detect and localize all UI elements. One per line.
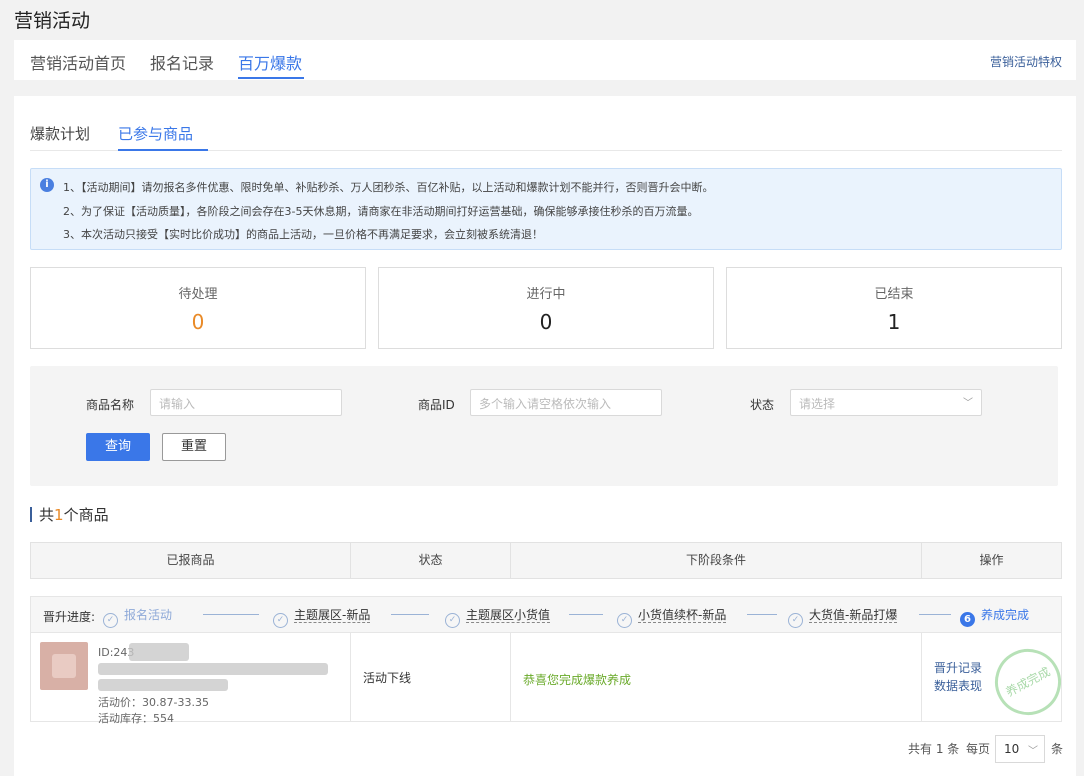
step-number-badge: 6	[960, 612, 975, 627]
notice-line-1: 1、【活动期间】请勿报名多件优惠、限时免单、补贴秒杀、万人团秒杀、百亿补贴，以上…	[63, 181, 714, 194]
status-text: 活动下线	[363, 671, 412, 685]
filter-panel: 商品名称 请输入 商品ID 多个输入请空格依次输入 状态 请选择 ﹀ 查询 重置	[30, 366, 1058, 486]
product-price: 活动价：30.87-33.35	[98, 696, 209, 709]
promotion-progress-bar: 晋升进度: ✓ 报名活动 ✓ 主题展区-新品 ✓ 主题展区小货值 ✓ 小货值续杯-新品 …	[30, 596, 1062, 632]
notice-box: i 1、【活动期间】请勿报名多件优惠、限时免单、补贴秒杀、万人团秒杀、百亿补贴，…	[30, 168, 1062, 250]
product-thumbnail[interactable]	[40, 642, 88, 690]
status-placeholder: 请选择	[799, 397, 836, 411]
column-header-status: 状态	[351, 543, 511, 578]
count-suffix: 个商品	[63, 506, 109, 524]
step-connector	[203, 614, 259, 615]
page-size-value: 10	[1004, 742, 1020, 756]
step-connector	[747, 614, 777, 615]
stat-label: 进行中	[526, 287, 566, 302]
page-size-select[interactable]: 10 ﹀	[995, 735, 1045, 763]
product-stock: 活动库存：554	[98, 712, 174, 725]
product-name-label: 商品名称	[86, 398, 135, 412]
table-header: 已报商品 状态 下阶段条件 操作	[30, 542, 1062, 579]
chevron-down-icon: ﹀	[1028, 746, 1038, 757]
check-icon: ✓	[445, 613, 460, 628]
tab-marketing-home[interactable]: 营销活动首页	[30, 50, 126, 74]
check-icon: ✓	[617, 613, 632, 628]
subtab-hit-plan[interactable]: 爆款计划	[30, 123, 90, 144]
condition-text: 恭喜您完成爆款养成	[523, 673, 632, 687]
active-subtab-indicator	[118, 149, 208, 151]
redacted-id	[129, 643, 189, 661]
count-number: 1	[54, 506, 64, 524]
progress-step: ✓ 报名活动	[103, 606, 172, 628]
stat-card-ended[interactable]: 已结束 1	[726, 267, 1062, 349]
chevron-down-icon: ﹀	[963, 398, 973, 409]
page-title: 营销活动	[14, 10, 91, 32]
product-name-input[interactable]: 请输入	[150, 389, 342, 416]
progress-step: ✓ 主题展区-新品	[273, 606, 371, 628]
column-header-operation: 操作	[979, 553, 1004, 567]
tab-registration-records[interactable]: 报名记录	[150, 50, 214, 74]
stat-value: 1	[887, 310, 901, 334]
check-icon: ✓	[103, 613, 118, 628]
notice-line-2: 2、为了保证【活动质量】，各阶段之间会存在3-5天休息期，请商家在非活动期间打好…	[63, 205, 699, 218]
pager-per-page-label: 每页	[966, 742, 991, 756]
status-label: 状态	[750, 398, 775, 412]
status-select[interactable]: 请选择 ﹀	[790, 389, 982, 416]
progress-step: ✓ 大货值-新品打爆	[788, 606, 898, 628]
status-cell: 活动下线	[351, 633, 511, 721]
reset-button[interactable]: 重置	[162, 433, 226, 461]
operation-cell: 晋升记录 数据表现 养成完成	[922, 633, 1061, 721]
progress-step: ✓ 主题展区小货值	[445, 606, 551, 628]
info-icon: i	[40, 178, 54, 192]
check-icon: ✓	[788, 613, 803, 628]
stat-label: 已结束	[874, 287, 914, 302]
product-id-label: 商品ID	[418, 398, 455, 412]
step-connector	[569, 614, 603, 615]
top-navigation: 营销活动首页 报名记录 百万爆款 营销活动特权	[14, 40, 1076, 80]
table-row: ID:243 活动价：30.87-33.35 活动库存：554 活动下线 恭喜您…	[30, 632, 1062, 725]
stat-value: 0	[191, 310, 205, 334]
redacted-title	[98, 663, 328, 675]
data-performance-link[interactable]: 数据表现	[934, 677, 982, 694]
subtab-joined-products[interactable]: 已参与商品	[118, 123, 193, 144]
product-count-title: 共1个商品	[30, 504, 109, 525]
condition-cell: 恭喜您完成爆款养成	[511, 633, 922, 721]
stat-value: 0	[539, 310, 553, 334]
active-tab-indicator	[238, 77, 304, 79]
column-header-next-condition: 下阶段条件	[511, 543, 922, 578]
step-connector	[919, 614, 951, 615]
tab-million-hit[interactable]: 百万爆款	[238, 50, 302, 74]
title-accent-bar	[30, 507, 32, 522]
query-button[interactable]: 查询	[86, 433, 150, 461]
progress-step-current: 6 养成完成	[960, 606, 1029, 627]
main-panel: 爆款计划 已参与商品 i 1、【活动期间】请勿报名多件优惠、限时免单、补贴秒杀、…	[14, 96, 1076, 776]
count-prefix: 共	[39, 506, 55, 524]
column-header-products: 已报商品	[31, 543, 351, 578]
step-connector	[391, 614, 429, 615]
stat-label: 待处理	[178, 287, 218, 302]
progress-step: ✓ 小货值续杯-新品	[617, 606, 727, 628]
stat-card-pending[interactable]: 待处理 0	[30, 267, 366, 349]
redacted-title	[98, 679, 228, 691]
pager-unit: 条	[1051, 742, 1064, 756]
promotion-record-link[interactable]: 晋升记录	[934, 659, 982, 676]
check-icon: ✓	[273, 613, 288, 628]
notice-line-3: 3、本次活动只接受【实时比价成功】的商品上活动，一旦价格不再满足要求，会立刻被系…	[63, 228, 543, 241]
completion-stamp: 养成完成	[983, 637, 1061, 721]
stat-card-in-progress[interactable]: 进行中 0	[378, 267, 714, 349]
marketing-privilege-link[interactable]: 营销活动特权	[990, 53, 1062, 70]
product-id-input[interactable]: 多个输入请空格依次输入	[470, 389, 662, 416]
product-cell: ID:243 活动价：30.87-33.35 活动库存：554	[31, 633, 351, 725]
progress-label: 晋升进度:	[43, 610, 96, 624]
pager-total: 共有 1 条	[908, 742, 960, 756]
